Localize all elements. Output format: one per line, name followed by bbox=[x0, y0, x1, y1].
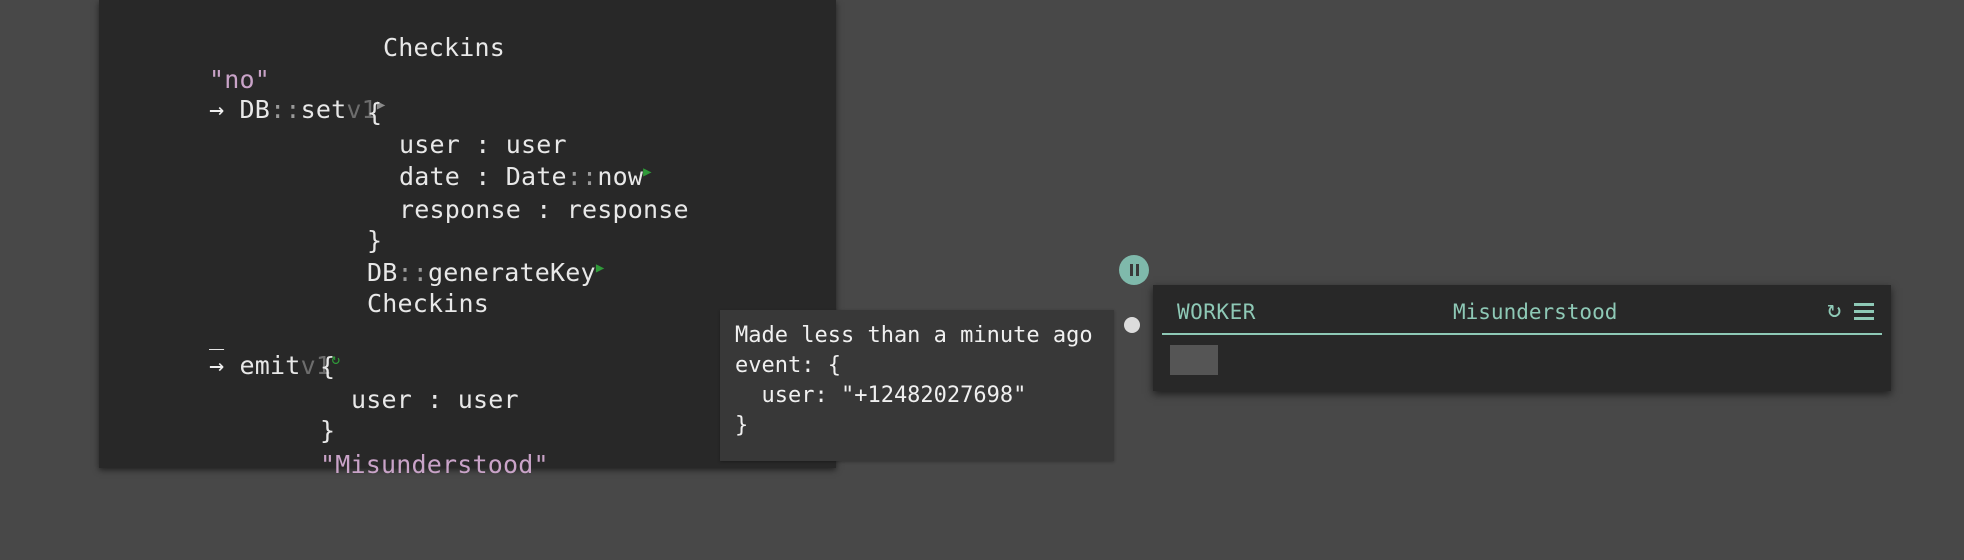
record-field: user : user bbox=[351, 385, 519, 414]
pause-icon-bar bbox=[1129, 264, 1133, 276]
tooltip-event-open: event: { bbox=[735, 353, 841, 378]
pause-button[interactable] bbox=[1119, 255, 1149, 285]
refresh-icon[interactable]: ↻ bbox=[1827, 295, 1841, 323]
string-literal: "Misunderstood" bbox=[320, 450, 549, 479]
record-field: response : response bbox=[399, 195, 689, 224]
type-name: Checkins bbox=[383, 33, 506, 62]
worker-title: WORKER bbox=[1177, 300, 1256, 324]
hamburger-menu-icon[interactable] bbox=[1854, 303, 1874, 324]
tooltip-event-user: user: "+12482027698" bbox=[735, 383, 1027, 408]
event-tooltip: Made less than a minute ago event: { use… bbox=[720, 310, 1114, 461]
tooltip-timestamp: Made less than a minute ago bbox=[735, 323, 1093, 348]
arrow: → bbox=[209, 95, 225, 124]
arrow: → bbox=[209, 351, 225, 380]
worker-panel[interactable]: WORKER Misunderstood ↻ bbox=[1153, 285, 1891, 391]
tooltip-event-close: } bbox=[735, 413, 749, 438]
play-icon[interactable]: ▶ bbox=[596, 261, 605, 275]
code-line: "Misunderstood" bbox=[259, 420, 549, 510]
worker-name: Misunderstood bbox=[1453, 300, 1618, 324]
pattern-string: "no" bbox=[209, 65, 271, 94]
worker-value-box[interactable] bbox=[1170, 345, 1218, 375]
divider bbox=[1162, 333, 1882, 335]
namespace: DB bbox=[239, 95, 271, 124]
wildcard-pattern: _ bbox=[209, 321, 225, 350]
namespace-separator: :: bbox=[270, 95, 301, 124]
input-dot-handle[interactable] bbox=[1124, 317, 1140, 333]
type-name: Checkins bbox=[367, 289, 490, 318]
pause-icon-bar bbox=[1135, 264, 1139, 276]
